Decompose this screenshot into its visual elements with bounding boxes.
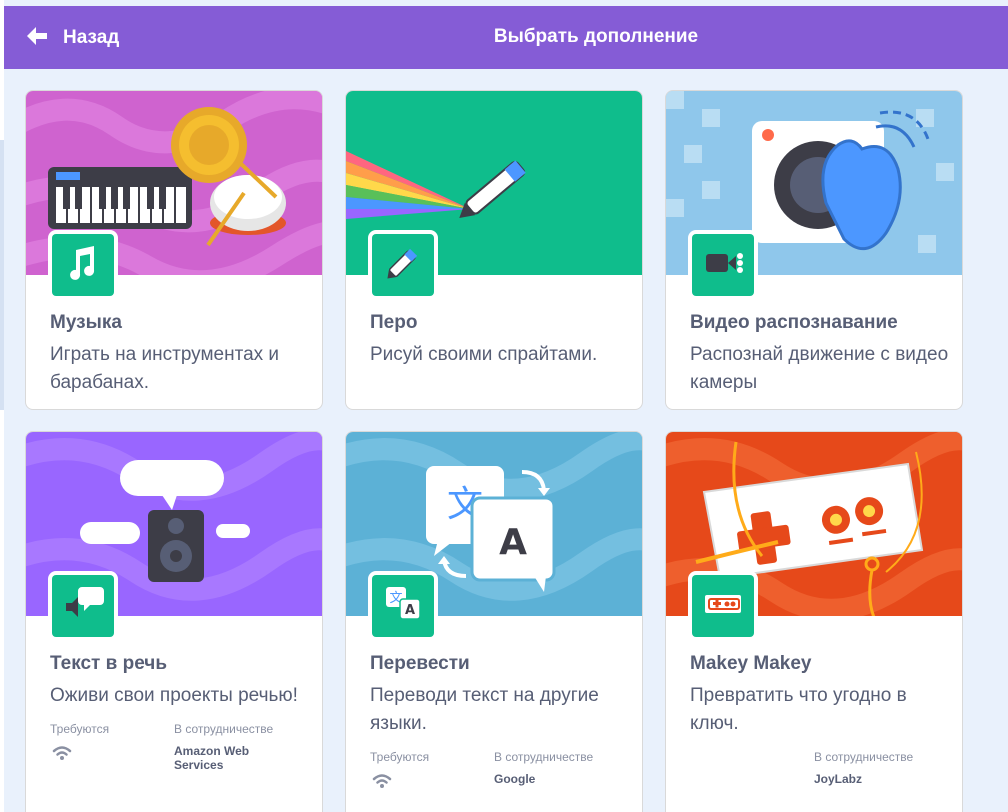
requires-label: Требуются bbox=[370, 750, 430, 764]
collaboration-partner: Amazon Web Services bbox=[174, 744, 250, 772]
extension-icon-tile bbox=[48, 230, 118, 300]
svg-text:A: A bbox=[405, 603, 415, 618]
collaboration-partner: JoyLabz bbox=[814, 772, 863, 786]
music-notes-icon bbox=[62, 242, 104, 289]
extension-card-translate[interactable]: 文 A 文A Перевести Переводи текст на други… bbox=[345, 431, 643, 812]
extension-description: Переводи текст на другие языки. bbox=[370, 685, 599, 734]
extension-description: Распознай движение с видео камеры bbox=[690, 344, 949, 393]
wifi-icon bbox=[372, 774, 392, 788]
svg-text:A: A bbox=[499, 522, 527, 563]
speech-bubble-speaker-icon bbox=[62, 583, 104, 630]
header-bar: Назад Выбрать дополнение bbox=[4, 6, 1008, 69]
extension-card-text-to-speech[interactable]: Текст в речь Оживи свои проекты речью! Т… bbox=[25, 431, 323, 812]
extension-name: Makey Makey bbox=[690, 653, 812, 674]
extension-card-makey-makey[interactable]: Makey Makey Превратить что угодно в ключ… bbox=[665, 431, 963, 812]
extension-icon-tile bbox=[688, 230, 758, 300]
pen-icon bbox=[382, 242, 424, 289]
extension-description: Играть на инструментах и барабанах. bbox=[50, 344, 280, 393]
requires-label: Требуются bbox=[50, 722, 110, 736]
makey-makey-icon bbox=[702, 583, 744, 630]
video-camera-icon bbox=[702, 242, 744, 289]
extension-icon-tile bbox=[48, 571, 118, 641]
extension-icon-tile bbox=[368, 230, 438, 300]
extension-icon-tile: 文A bbox=[368, 571, 438, 641]
extension-icon-tile bbox=[688, 571, 758, 641]
extension-card-video-sensing[interactable]: Видео распознавание Распознай движение с… bbox=[665, 90, 963, 410]
left-edge bbox=[0, 0, 4, 812]
page-title: Выбрать дополнение bbox=[493, 26, 699, 47]
translate-icon: 文A bbox=[382, 583, 424, 630]
extension-name: Перевести bbox=[370, 653, 470, 674]
collaboration-label: В сотрудничестве bbox=[174, 722, 274, 736]
collaboration-label: В сотрудничестве bbox=[494, 750, 594, 764]
extension-name: Музыка bbox=[50, 312, 122, 333]
extension-card-pen[interactable]: Перо Рисуй своими спрайтами. bbox=[345, 90, 643, 410]
extension-name: Текст в речь bbox=[50, 653, 168, 674]
wifi-icon bbox=[52, 746, 72, 760]
extension-description: Рисуй своими спрайтами. bbox=[370, 344, 598, 365]
extension-description: Превратить что угодно в ключ. bbox=[690, 685, 907, 734]
extension-card-music[interactable]: Музыка Играть на инструментах и барабана… bbox=[25, 90, 323, 410]
extension-name: Перо bbox=[370, 312, 418, 333]
extension-name: Видео распознавание bbox=[690, 312, 898, 333]
collaboration-label: В сотрудничестве bbox=[814, 750, 914, 764]
extension-description: Оживи свои проекты речью! bbox=[50, 685, 298, 706]
collaboration-partner: Google bbox=[494, 772, 536, 786]
